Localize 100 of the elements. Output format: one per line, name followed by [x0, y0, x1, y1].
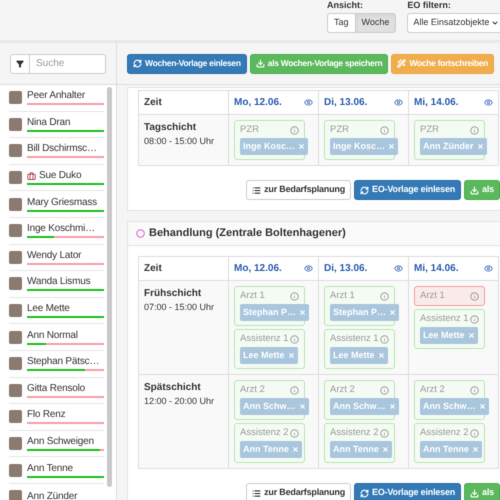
- avatar-placeholder: [9, 118, 22, 131]
- role-label: PZR: [420, 122, 439, 137]
- person-name: Gitta Rensolo: [27, 382, 85, 395]
- avatar-placeholder: [9, 144, 22, 158]
- person-name: Wendy Lator: [27, 250, 82, 262]
- shift-time: 12:00 - 20:00 Uhr: [144, 395, 216, 408]
- info-icon[interactable]: [470, 292, 479, 300]
- remove-icon[interactable]: [476, 143, 484, 150]
- remove-icon[interactable]: [389, 309, 396, 316]
- role-label: Assistenz 2: [330, 426, 379, 440]
- person-name: Flo Renz: [27, 409, 66, 422]
- action-button[interactable]: zur Bedarfsplanung: [246, 180, 352, 200]
- wand-icon: [397, 59, 406, 68]
- remove-icon[interactable]: [299, 309, 306, 316]
- remove-icon[interactable]: [382, 446, 389, 453]
- info-icon[interactable]: [380, 126, 389, 134]
- filter-button[interactable]: [10, 54, 30, 74]
- remove-icon[interactable]: [468, 332, 475, 339]
- eye-icon[interactable]: [394, 264, 403, 273]
- person-item[interactable]: Ann Tenne: [9, 457, 104, 484]
- person-item[interactable]: Lee Mette: [9, 298, 104, 324]
- remove-icon[interactable]: [388, 403, 396, 410]
- avatar-placeholder: [9, 304, 22, 318]
- search-field[interactable]: Suche: [30, 54, 106, 74]
- column-header: Zeit: [144, 262, 162, 276]
- info-icon[interactable]: [380, 386, 389, 394]
- shift-time: 07:00 - 15:00 Uhr: [144, 301, 216, 314]
- info-icon[interactable]: [290, 428, 299, 438]
- remove-icon[interactable]: [378, 352, 385, 359]
- role-label: PZR: [240, 122, 259, 137]
- person-item[interactable]: Ann Schweigen: [9, 430, 104, 458]
- info-icon[interactable]: [290, 386, 299, 394]
- role-label: Arzt 1: [240, 288, 265, 303]
- person-item[interactable]: Inge Koschmi…: [9, 218, 104, 245]
- remove-icon[interactable]: [388, 143, 396, 150]
- refresh-icon: [133, 59, 142, 68]
- remove-icon[interactable]: [478, 403, 486, 410]
- person-name: Ann Zünder: [27, 490, 78, 500]
- person-item[interactable]: Gitta Rensolo: [9, 378, 104, 404]
- avatar-placeholder: [9, 384, 22, 397]
- action-button[interactable]: zur Bedarfsplanung: [246, 483, 352, 500]
- action-button[interactable]: EO-Vorlage einlesen: [354, 180, 462, 200]
- info-icon[interactable]: [470, 314, 479, 324]
- remove-icon[interactable]: [288, 352, 295, 359]
- column-header: Di, 13.06.: [324, 96, 368, 110]
- info-icon[interactable]: [380, 334, 389, 344]
- circle-icon: [136, 229, 145, 238]
- role-label: Arzt 2: [240, 382, 265, 397]
- remove-icon[interactable]: [472, 446, 479, 453]
- role-label: Assistenz 2: [240, 426, 289, 440]
- info-icon[interactable]: [380, 428, 389, 438]
- eye-icon[interactable]: [484, 264, 493, 273]
- person-item[interactable]: Mary Griesmass: [9, 191, 104, 218]
- person-item[interactable]: Peer Anhalter: [9, 85, 104, 112]
- info-icon[interactable]: [290, 292, 299, 300]
- avatar-placeholder: [9, 198, 22, 211]
- role-label: PZR: [330, 122, 349, 137]
- filter-label: EO filtern:: [407, 0, 452, 11]
- person-item[interactable]: Bill Dschirmsc…: [9, 138, 104, 165]
- person-name: Stephan Pätsc…: [27, 356, 100, 368]
- remove-icon[interactable]: [292, 446, 299, 453]
- eye-icon[interactable]: [304, 98, 313, 107]
- person-item[interactable]: Ann Normal: [9, 324, 104, 351]
- view-toggle[interactable]: Woche: [354, 13, 396, 33]
- eye-icon[interactable]: [484, 98, 493, 107]
- info-icon[interactable]: [290, 126, 299, 134]
- refresh-icon: [360, 488, 370, 498]
- info-icon[interactable]: [470, 386, 479, 394]
- column-header: Zeit: [144, 96, 162, 110]
- person-item[interactable]: Ann Zünder: [9, 484, 104, 500]
- role-label: Arzt 2: [420, 382, 445, 397]
- info-icon[interactable]: [470, 428, 479, 438]
- info-icon[interactable]: [470, 126, 479, 134]
- person-item[interactable]: Nina Dran: [9, 112, 104, 138]
- refresh-icon: [360, 186, 370, 194]
- person-item[interactable]: Flo Renz: [9, 404, 104, 431]
- person-name: Bill Dschirmsc…: [27, 143, 97, 156]
- filter-icon: [16, 60, 24, 68]
- info-icon[interactable]: [290, 334, 299, 344]
- person-item[interactable]: Stephan Pätsc…: [9, 350, 104, 378]
- role-label: Assistenz 1: [420, 312, 469, 326]
- action-button[interactable]: EO-Vorlage einlesen: [354, 483, 462, 500]
- avatar-placeholder: [9, 464, 22, 477]
- view-toggle[interactable]: Tag: [327, 13, 356, 33]
- role-label: Arzt 2: [330, 382, 355, 397]
- remove-icon[interactable]: [298, 143, 306, 150]
- role-label: Assistenz 1: [330, 332, 379, 346]
- person-name: Ann Tenne: [27, 462, 73, 475]
- remove-icon[interactable]: [298, 403, 306, 410]
- person-item[interactable]: Wanda Lismus: [9, 271, 104, 298]
- shift-time: 08:00 - 15:00 Uhr: [144, 135, 216, 148]
- filter-dropdown[interactable]: Alle Einsatzobjekte: [407, 13, 500, 33]
- person-item[interactable]: Wendy Lator: [9, 244, 104, 272]
- eye-icon[interactable]: [394, 98, 403, 107]
- action-button[interactable]: Wochen-Vorlage einlesen: [127, 54, 247, 74]
- person-name: Lee Mette: [27, 303, 70, 316]
- person-item[interactable]: Sue Duko: [9, 164, 104, 192]
- eye-icon[interactable]: [304, 264, 313, 273]
- info-icon[interactable]: [380, 292, 389, 300]
- avatar-placeholder: [9, 357, 22, 370]
